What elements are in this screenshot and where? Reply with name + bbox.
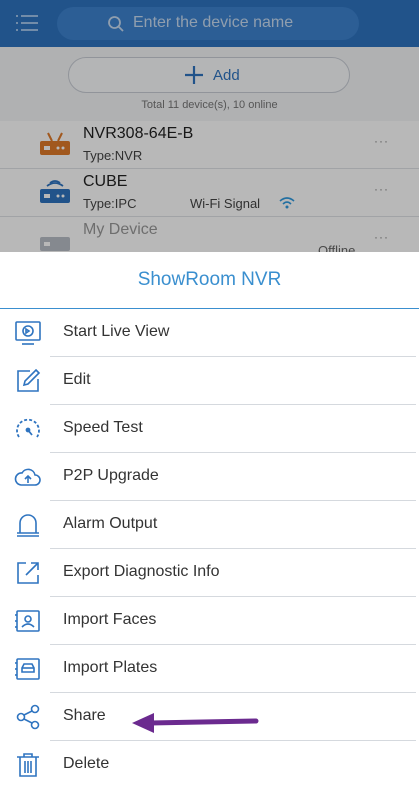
- cloud-upload-icon: [14, 463, 42, 491]
- alarm-bell-icon: [14, 511, 42, 539]
- menu-item-import-faces[interactable]: Import Faces: [0, 597, 419, 645]
- speed-test-icon: [14, 415, 42, 443]
- face-card-icon: [14, 607, 42, 635]
- menu-item-label: Alarm Output: [63, 515, 158, 532]
- menu-item-label: P2P Upgrade: [63, 467, 159, 484]
- menu-item-label: Delete: [63, 755, 110, 772]
- menu-item-label: Import Faces: [63, 611, 157, 628]
- menu-item-start-live-view[interactable]: Start Live View: [0, 309, 419, 357]
- car-plate-icon: [14, 655, 42, 683]
- live-view-icon: [14, 319, 42, 347]
- menu-item-alarm-output[interactable]: Alarm Output: [0, 501, 419, 549]
- dim-overlay[interactable]: [0, 0, 419, 252]
- menu-item-export-diagnostic-info[interactable]: Export Diagnostic Info: [0, 549, 419, 597]
- trash-icon: [14, 751, 42, 779]
- menu-item-label: Edit: [63, 371, 91, 388]
- annotation-arrow-icon: [128, 708, 260, 738]
- menu-item-delete[interactable]: Delete: [0, 741, 419, 789]
- menu-item-label: Share: [63, 707, 106, 724]
- menu-item-label: Export Diagnostic Info: [63, 563, 220, 580]
- menu-item-label: Import Plates: [63, 659, 158, 676]
- menu-item-import-plates[interactable]: Import Plates: [0, 645, 419, 693]
- menu-item-label: Speed Test: [63, 419, 143, 436]
- edit-icon: [14, 367, 42, 395]
- menu-item-p2p-upgrade[interactable]: P2P Upgrade: [0, 453, 419, 501]
- export-icon: [14, 559, 42, 587]
- menu-item-edit[interactable]: Edit: [0, 357, 419, 405]
- share-icon: [14, 703, 42, 731]
- menu-item-label: Start Live View: [63, 323, 170, 340]
- sheet-title: ShowRoom NVR: [0, 252, 419, 309]
- menu-item-speed-test[interactable]: Speed Test: [0, 405, 419, 453]
